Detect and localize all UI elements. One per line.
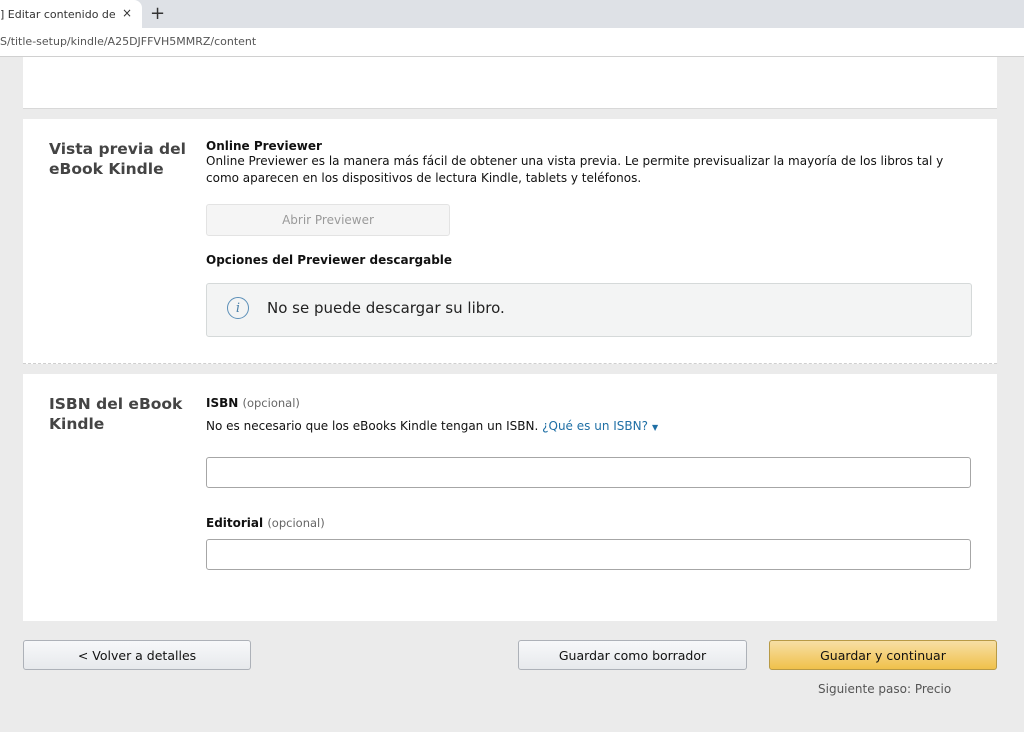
info-icon: i bbox=[227, 297, 249, 319]
tab-title: ] Editar contenido del eBook bbox=[0, 7, 115, 21]
isbn-description: No es necesario que los eBooks Kindle te… bbox=[206, 419, 539, 433]
download-previewer-title: Opciones del Previewer descargable bbox=[206, 253, 453, 267]
close-icon[interactable]: × bbox=[122, 6, 132, 20]
browser-tab[interactable]: ] Editar contenido del eBook × bbox=[0, 0, 142, 28]
publisher-label: Editorial bbox=[206, 516, 264, 530]
isbn-label: ISBN bbox=[206, 396, 239, 410]
save-and-continue-button[interactable]: Guardar y continuar bbox=[769, 640, 997, 670]
isbn-input[interactable] bbox=[206, 457, 971, 488]
online-previewer-description: Online Previewer es la manera más fácil … bbox=[206, 154, 944, 185]
what-is-isbn-link[interactable]: ¿Qué es un ISBN? bbox=[542, 419, 648, 433]
open-previewer-button[interactable]: Abrir Previewer bbox=[206, 204, 450, 236]
new-tab-icon[interactable]: + bbox=[150, 3, 165, 24]
isbn-section: ISBN del eBook Kindle ISBN (opcional) No… bbox=[23, 374, 997, 621]
caret-down-icon[interactable]: ▼ bbox=[652, 423, 658, 432]
optional-hint: (opcional) bbox=[242, 396, 300, 410]
browser-tab-bar: ] Editar contenido del eBook × + bbox=[0, 0, 1024, 28]
isbn-description-row: No es necesario que los eBooks Kindle te… bbox=[206, 418, 966, 436]
online-previewer-title: Online Previewer bbox=[206, 139, 322, 153]
alert-text: No se puede descargar su libro. bbox=[267, 299, 505, 317]
address-bar[interactable]: S/title-setup/kindle/A25DJFFVH5MMRZ/cont… bbox=[0, 28, 1024, 57]
next-step-hint: Siguiente paso: Precio bbox=[818, 682, 952, 696]
info-alert: i No se puede descargar su libro. bbox=[206, 283, 972, 337]
save-draft-button[interactable]: Guardar como borrador bbox=[518, 640, 747, 670]
previous-section-panel bbox=[23, 57, 997, 109]
section-title: Vista previa del eBook Kindle bbox=[49, 140, 186, 178]
isbn-label-row: ISBN (opcional) bbox=[206, 396, 300, 410]
publisher-label-row: Editorial (opcional) bbox=[206, 516, 325, 530]
back-to-details-button[interactable]: < Volver a detalles bbox=[23, 640, 251, 670]
optional-hint: (opcional) bbox=[267, 516, 325, 530]
url-text: S/title-setup/kindle/A25DJFFVH5MMRZ/cont… bbox=[0, 35, 257, 48]
preview-section: Vista previa del eBook Kindle Online Pre… bbox=[23, 119, 997, 364]
section-title: ISBN del eBook Kindle bbox=[49, 395, 183, 433]
publisher-input[interactable] bbox=[206, 539, 971, 570]
